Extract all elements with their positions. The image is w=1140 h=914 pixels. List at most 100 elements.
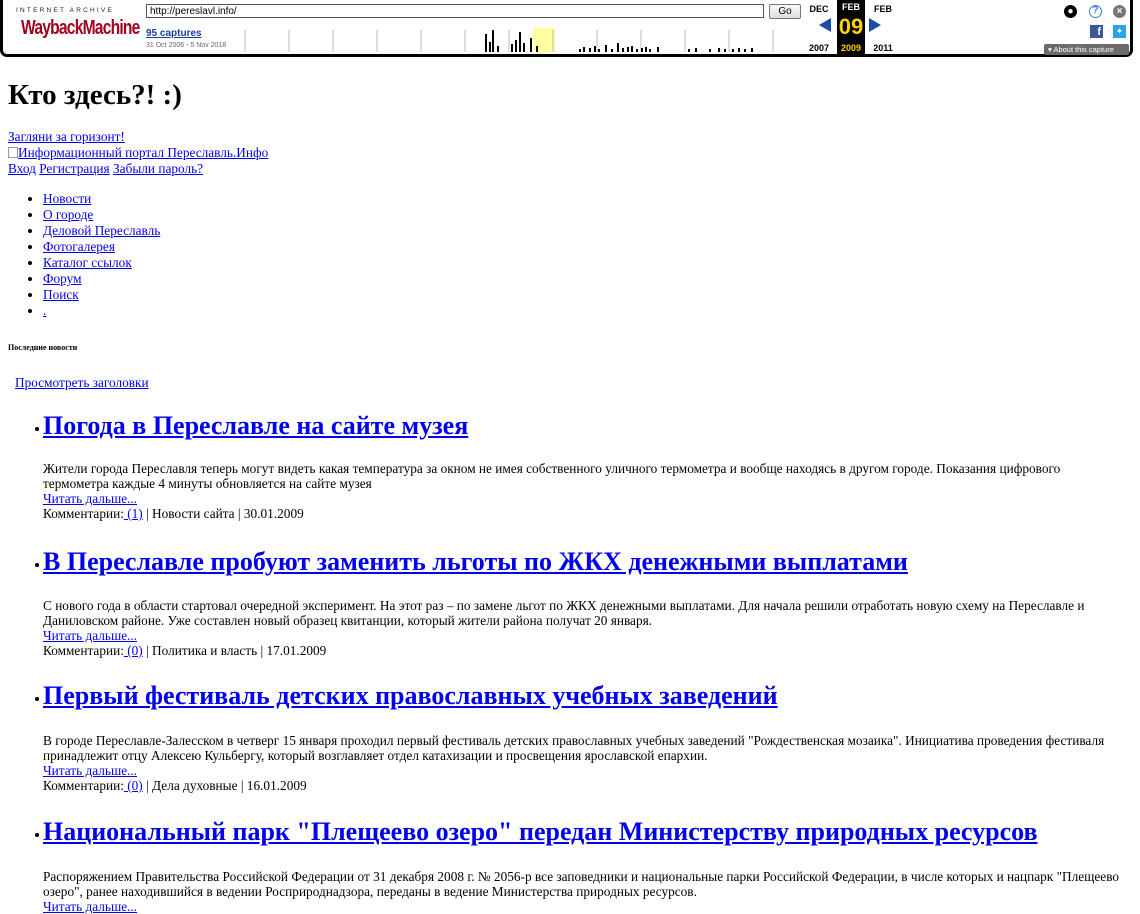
capture-bar[interactable] <box>523 43 525 52</box>
news-body: В городе Переславле-Залесском в четверг … <box>0 733 1140 793</box>
capture-bar[interactable] <box>594 46 596 52</box>
capture-sparkline[interactable] <box>239 26 804 54</box>
comments-count-link[interactable]: (1) <box>124 506 143 521</box>
url-input[interactable]: http://pereslavl.info/ <box>146 4 764 18</box>
nav-link-about-city[interactable]: О городе <box>43 207 93 222</box>
capture-bar[interactable] <box>519 32 521 52</box>
capture-bar[interactable] <box>627 47 629 52</box>
next-capture-arrow-icon[interactable] <box>869 18 881 32</box>
login-link[interactable]: Вход <box>8 161 36 176</box>
capture-bar[interactable] <box>611 49 613 52</box>
capture-bar[interactable] <box>579 49 581 52</box>
capture-bar[interactable] <box>657 47 659 52</box>
capture-bar[interactable] <box>605 45 607 52</box>
previous-capture-arrow-icon[interactable] <box>819 18 831 32</box>
site-logo-link[interactable]: Информационный портал Переславль.Инфо <box>8 145 268 160</box>
news-item: Первый фестиваль детских православных уч… <box>0 681 1140 793</box>
wayback-machine-logo-text: WaybackMachine <box>21 17 140 39</box>
wayback-logo[interactable]: INTERNET ARCHIVE WaybackMachine <box>9 7 140 47</box>
nav-link-forum[interactable]: Форум <box>43 271 82 286</box>
comments-count-link[interactable]: (0) <box>124 643 143 658</box>
read-more-link[interactable]: Читать дальше... <box>43 491 137 506</box>
capture-bar[interactable] <box>622 48 624 52</box>
capture-bar[interactable] <box>695 48 697 52</box>
news-title-link[interactable]: Национальный парк "Плещеево озеро" перед… <box>43 817 1038 846</box>
help-icon[interactable]: ? <box>1089 5 1102 18</box>
next-month-label[interactable]: FEB <box>869 4 897 14</box>
capture-bar[interactable] <box>589 48 591 52</box>
capture-bar[interactable] <box>751 48 753 52</box>
nav-link-links[interactable]: Каталог ссылок <box>43 255 132 270</box>
view-headlines-link[interactable]: Просмотреть заголовки <box>15 375 149 390</box>
capture-bar[interactable] <box>515 40 517 52</box>
comments-count-link[interactable]: (0) <box>124 778 143 793</box>
capture-bar[interactable] <box>641 48 643 52</box>
close-icon[interactable]: × <box>1113 5 1126 18</box>
capture-bar[interactable] <box>530 38 532 52</box>
capture-bar[interactable] <box>709 49 711 52</box>
facebook-icon[interactable]: f <box>1090 25 1103 38</box>
capture-date-range: 31 Oct 2006 - 5 Nov 2018 <box>146 42 227 49</box>
news-title-link[interactable]: Первый фестиваль детских православных уч… <box>43 681 778 710</box>
nav-item-forum: Форум <box>43 271 160 287</box>
forgot-password-link[interactable]: Забыли пароль? <box>113 161 203 176</box>
capture-bar[interactable] <box>617 43 619 52</box>
news-title-link[interactable]: Погода в Переславле на сайте музея <box>43 411 468 440</box>
capture-bar[interactable] <box>497 46 499 52</box>
capture-bar[interactable] <box>492 30 494 52</box>
capture-bar[interactable] <box>738 48 740 52</box>
read-more-link[interactable]: Читать дальше... <box>43 763 137 778</box>
read-more-link[interactable]: Читать дальше... <box>43 628 137 643</box>
capture-bar[interactable] <box>511 44 513 52</box>
broken-image-icon <box>8 147 18 158</box>
next-year-label[interactable]: 2011 <box>869 43 897 53</box>
register-link[interactable]: Регистрация <box>39 161 109 176</box>
nav-link-extra[interactable]: . <box>43 303 46 318</box>
news-body: Распоряжением Правительства Российской Ф… <box>0 869 1140 914</box>
nav-item-business: Деловой Переславль <box>43 223 160 239</box>
nav-link-search[interactable]: Поиск <box>43 287 79 302</box>
current-month-label: FEB <box>842 2 860 12</box>
news-item: Национальный парк "Плещеево озеро" перед… <box>0 817 1140 914</box>
comments-label: Комментарии: <box>43 778 124 793</box>
news-title: Национальный парк "Плещеево озеро" перед… <box>0 817 1140 847</box>
nav-link-news[interactable]: Новости <box>43 191 91 206</box>
page-title: Кто здесь?! :) <box>8 79 182 111</box>
capture-bar[interactable] <box>732 49 734 52</box>
site-logo-alt: Информационный портал Переславль.Инфо <box>18 145 269 160</box>
capture-bar[interactable] <box>649 49 651 52</box>
prev-year-label[interactable]: 2007 <box>805 43 833 53</box>
user-icon[interactable]: ● <box>1064 5 1077 18</box>
news-title: Первый фестиваль детских православных уч… <box>0 681 1140 711</box>
latest-news-heading: Последние новости <box>8 343 78 352</box>
about-capture-button[interactable]: ▾ About this capture <box>1044 44 1129 55</box>
capture-bar[interactable] <box>631 46 633 52</box>
wayback-toolbar: INTERNET ARCHIVE WaybackMachine http://p… <box>0 0 1133 57</box>
capture-bar[interactable] <box>645 47 647 52</box>
capture-bar[interactable] <box>636 49 638 52</box>
nav-item-extra: . <box>43 303 160 319</box>
nav-item-links: Каталог ссылок <box>43 255 160 271</box>
nav-link-business[interactable]: Деловой Переславль <box>43 223 160 238</box>
capture-bar[interactable] <box>598 49 600 52</box>
horizon-link[interactable]: Загляни за горизонт! <box>8 129 125 144</box>
capture-bar[interactable] <box>536 46 538 52</box>
news-title-link[interactable]: В Переславле пробуют заменить льготы по … <box>43 547 908 576</box>
capture-bar[interactable] <box>724 49 726 52</box>
nav-link-photos[interactable]: Фотогалерея <box>43 239 115 254</box>
capture-bar[interactable] <box>688 49 690 52</box>
twitter-icon[interactable]: ✦ <box>1113 25 1126 38</box>
capture-bar[interactable] <box>583 47 585 52</box>
nav-item-search: Поиск <box>43 287 160 303</box>
prev-month-label[interactable]: DEC <box>805 4 833 14</box>
go-button[interactable]: Go <box>769 4 801 19</box>
news-text: Распоряжением Правительства Российской Ф… <box>43 869 1120 899</box>
capture-bar[interactable] <box>489 42 491 52</box>
capture-bar[interactable] <box>744 49 746 52</box>
site-logo[interactable]: Информационный портал Переславль.Инфо <box>8 145 268 161</box>
capture-bar[interactable] <box>718 48 720 52</box>
bullet-icon <box>35 427 39 431</box>
horizon-line: Загляни за горизонт! <box>8 129 125 145</box>
captures-link[interactable]: 95 captures <box>146 28 202 39</box>
capture-bar[interactable] <box>485 34 487 52</box>
